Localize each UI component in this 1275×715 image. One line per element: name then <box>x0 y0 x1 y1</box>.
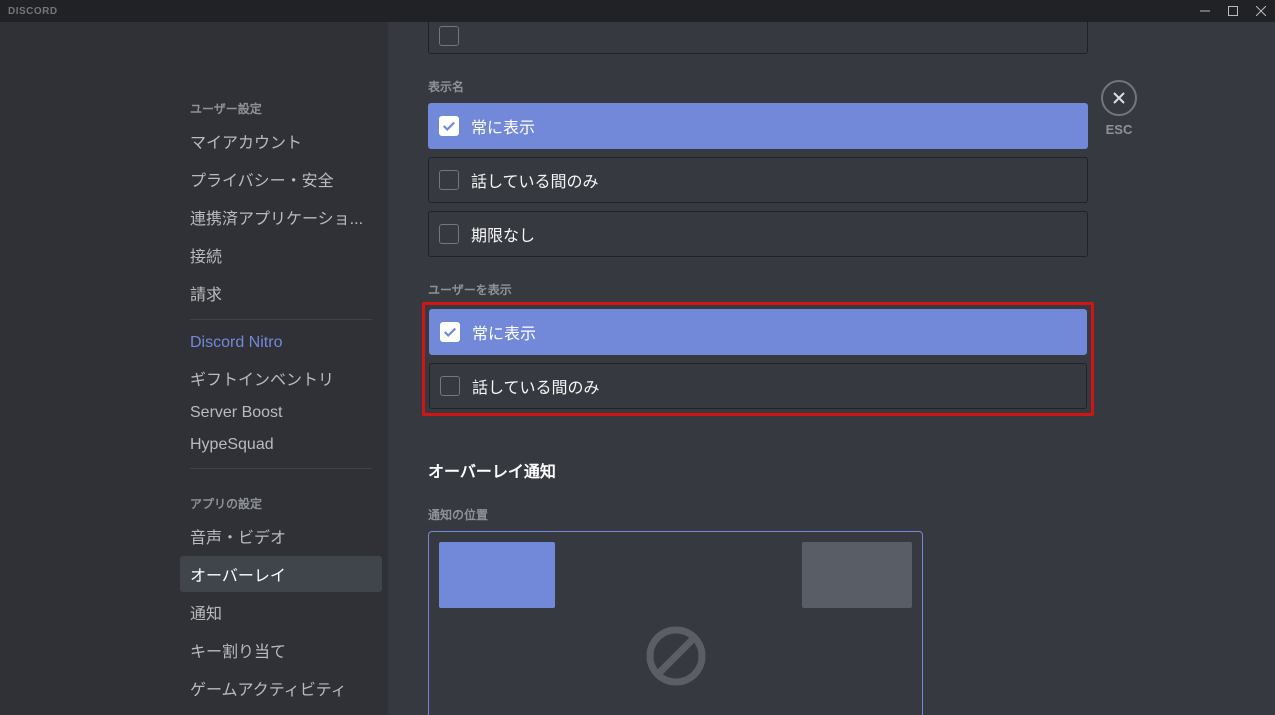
sidebar-section-app: アプリの設定 <box>180 477 382 518</box>
sidebar-item-server-boost[interactable]: Server Boost <box>180 398 382 428</box>
sidebar-item-overlay[interactable]: オーバーレイ <box>180 556 382 592</box>
checkbox-icon <box>439 170 459 190</box>
display-name-label: 表示名 <box>428 78 1088 95</box>
close-button[interactable] <box>1247 0 1275 22</box>
sidebar-item-nitro[interactable]: Discord Nitro <box>180 328 382 358</box>
sidebar-item-hypesquad[interactable]: HypeSquad <box>180 430 382 460</box>
close-icon <box>1101 80 1137 116</box>
content-column: ESC 表示名 常に表示 話している間のみ <box>388 22 1275 715</box>
overlay-notification-title: オーバーレイ通知 <box>428 458 1088 482</box>
checkbox-icon <box>439 116 459 136</box>
sidebar-separator <box>190 468 372 469</box>
sidebar-item-my-account[interactable]: マイアカウント <box>180 123 382 159</box>
sidebar-item-apps[interactable]: 連携済アプリケーショ... <box>180 199 382 235</box>
checkbox-icon <box>440 376 460 396</box>
option-always-show[interactable]: 常に表示 <box>428 103 1088 149</box>
sidebar-item-gift[interactable]: ギフトインベントリ <box>180 360 382 396</box>
option-label: 期限なし <box>471 222 535 246</box>
option-label: 常に表示 <box>471 114 535 138</box>
option-row-truncated[interactable] <box>428 22 1088 54</box>
sidebar-item-keybinds[interactable]: キー割り当て <box>180 632 382 668</box>
close-label: ESC <box>1106 122 1133 137</box>
position-top-right[interactable] <box>802 542 912 608</box>
option-label: 話している間のみ <box>472 374 600 398</box>
titlebar: DISCORD <box>0 0 1275 22</box>
checkbox-icon <box>440 322 460 342</box>
highlight-annotation: 常に表示 話している間のみ <box>422 302 1094 416</box>
sidebar-item-connections[interactable]: 接続 <box>180 237 382 273</box>
app-name: DISCORD <box>8 6 58 17</box>
disable-icon[interactable] <box>646 626 706 686</box>
option-while-speaking[interactable]: 話している間のみ <box>428 157 1088 203</box>
content-wrapper: 表示名 常に表示 話している間のみ 期限なし ユーザーを表示 <box>388 22 1128 715</box>
checkbox-icon <box>439 26 459 46</box>
sidebar-item-game-activity[interactable]: ゲームアクティビティ <box>180 670 382 706</box>
sidebar-column: ユーザー設定 マイアカウント プライバシー・安全 連携済アプリケーショ... 接… <box>0 22 388 715</box>
window-controls <box>1191 0 1275 22</box>
option-always-show-user[interactable]: 常に表示 <box>429 309 1087 355</box>
notification-position-picker <box>428 531 923 715</box>
position-label: 通知の位置 <box>428 506 1088 523</box>
sidebar-item-billing[interactable]: 請求 <box>180 275 382 311</box>
sidebar-item-privacy[interactable]: プライバシー・安全 <box>180 161 382 197</box>
sidebar-section-user: ユーザー設定 <box>180 82 382 123</box>
show-user-group: 常に表示 話している間のみ <box>429 309 1087 409</box>
sidebar-separator <box>190 319 372 320</box>
option-label: 常に表示 <box>472 320 536 344</box>
position-top-left[interactable] <box>439 542 555 608</box>
show-user-label: ユーザーを表示 <box>428 281 1088 298</box>
minimize-button[interactable] <box>1191 0 1219 22</box>
option-label: 話している間のみ <box>471 168 599 192</box>
option-while-speaking-user[interactable]: 話している間のみ <box>429 363 1087 409</box>
sidebar-item-text-images[interactable]: テキスト・画像 <box>180 708 382 715</box>
display-name-group: 常に表示 話している間のみ 期限なし <box>428 103 1088 257</box>
close-settings-button[interactable]: ESC <box>1101 80 1137 137</box>
settings-sidebar: ユーザー設定 マイアカウント プライバシー・安全 連携済アプリケーショ... 接… <box>170 82 388 715</box>
checkbox-icon <box>439 224 459 244</box>
maximize-button[interactable] <box>1219 0 1247 22</box>
sidebar-item-notifications[interactable]: 通知 <box>180 594 382 630</box>
main-container: ユーザー設定 マイアカウント プライバシー・安全 連携済アプリケーショ... 接… <box>0 22 1275 715</box>
option-no-limit[interactable]: 期限なし <box>428 211 1088 257</box>
sidebar-item-voice[interactable]: 音声・ビデオ <box>180 518 382 554</box>
